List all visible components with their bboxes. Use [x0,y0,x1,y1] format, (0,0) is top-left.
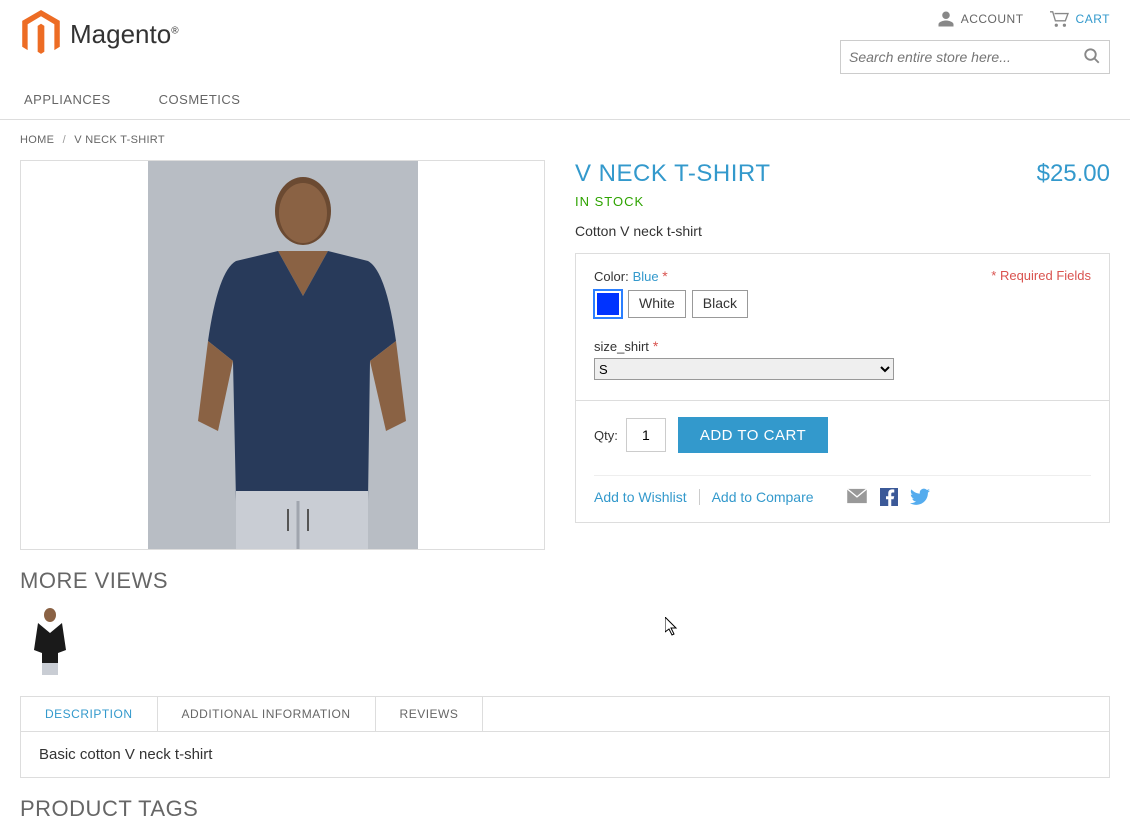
color-selected-value: Blue [633,269,663,284]
nav-item-cosmetics[interactable]: COSMETICS [155,80,245,119]
color-chip-icon [597,293,619,315]
separator [699,489,700,505]
search-box [840,40,1110,74]
add-to-wishlist-link[interactable]: Add to Wishlist [594,489,687,505]
breadcrumb-home[interactable]: HOME [20,134,54,146]
main-nav: APPLIANCES COSMETICS [0,80,1130,120]
header: Magento® ACCOUNT CART [0,0,1130,74]
tab-content-description: Basic cotton V neck t-shirt [20,731,1110,778]
tab-additional-info[interactable]: ADDITIONAL INFORMATION [158,697,376,731]
more-views-title: MORE VIEWS [0,568,1130,594]
size-label: size_shirt [594,339,649,354]
add-to-compare-link[interactable]: Add to Compare [712,489,814,505]
swatch-white[interactable]: White [628,290,686,318]
product-view: V NECK T-SHIRT $25.00 IN STOCK Cotton V … [0,160,1130,550]
thumbnail[interactable] [20,602,80,678]
facebook-icon[interactable] [880,488,898,506]
size-select[interactable]: S [594,358,894,380]
email-icon[interactable] [846,488,868,504]
account-link[interactable]: ACCOUNT [937,10,1024,28]
tab-description[interactable]: DESCRIPTION [21,697,158,731]
short-description: Cotton V neck t-shirt [575,223,1110,239]
cart-icon [1048,10,1070,28]
product-info: V NECK T-SHIRT $25.00 IN STOCK Cotton V … [575,160,1110,550]
stock-status: IN STOCK [575,194,1110,209]
person-icon [937,10,955,28]
product-options: Color: Blue * * Required Fields White Bl… [575,253,1110,401]
social-share [846,488,930,506]
add-to-cart-button[interactable]: ADD TO CART [678,417,828,453]
logo[interactable]: Magento® [20,10,179,58]
required-fields-note: * Required Fields [991,268,1091,283]
logo-text: Magento® [70,19,179,50]
qty-label: Qty: [594,428,618,443]
header-links: ACCOUNT CART [937,10,1110,28]
search-input[interactable] [849,49,1083,65]
product-price: $25.00 [1037,160,1110,188]
main-product-image[interactable] [20,160,545,550]
swatch-black[interactable]: Black [692,290,748,318]
color-swatches: White Black [594,290,1091,318]
account-label: ACCOUNT [961,12,1024,26]
breadcrumb: HOME / V NECK T-SHIRT [0,120,1130,160]
product-title: V NECK T-SHIRT [575,160,770,188]
tab-reviews[interactable]: REVIEWS [376,697,484,731]
required-star: * [662,268,667,284]
magento-logo-icon [20,10,62,58]
search-icon [1083,47,1101,65]
product-tags-title: PRODUCT TAGS [0,796,1130,822]
product-images [20,160,545,550]
cart-link[interactable]: CART [1048,10,1110,28]
cart-label: CART [1076,12,1110,26]
thumbnail-image [26,605,74,675]
twitter-icon[interactable] [910,488,930,506]
required-star: * [653,338,658,354]
product-tabs: DESCRIPTION ADDITIONAL INFORMATION REVIE… [20,696,1110,778]
color-label: Color: [594,269,629,284]
thumbnail-list [0,602,1130,678]
qty-input[interactable] [626,418,666,452]
breadcrumb-current: V NECK T-SHIRT [74,134,165,146]
add-to-cart-box: Qty: ADD TO CART Add to Wishlist Add to … [575,401,1110,523]
search-button[interactable] [1083,47,1101,68]
tshirt-illustration [148,161,418,549]
nav-item-appliances[interactable]: APPLIANCES [20,80,115,119]
swatch-blue[interactable] [594,290,622,318]
breadcrumb-separator: / [63,134,66,146]
